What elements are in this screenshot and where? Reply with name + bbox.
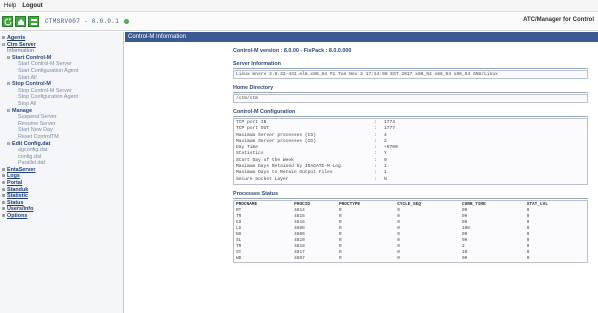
home-icon bbox=[17, 18, 24, 25]
sidebar-item-label[interactable]: Stop All bbox=[18, 101, 36, 108]
config-table: TCP port IN:1774 TCP port OUT:1777 Maximum… bbox=[236, 120, 585, 183]
proc-status-title: Processes Status bbox=[233, 191, 588, 199]
table-cell: 0 bbox=[526, 255, 530, 261]
sidebar-item-label[interactable]: Ctm Server bbox=[7, 42, 36, 49]
sidebar-item-label[interactable]: EntaServer bbox=[7, 167, 35, 174]
sidebar-item[interactable]: ⊟ Edit Config.dat bbox=[2, 141, 123, 148]
sidebar-item-label[interactable]: Start Configuration Agent bbox=[18, 68, 78, 75]
sidebar-item-label[interactable]: Edit Config.dat bbox=[12, 141, 50, 148]
info-content: Control-M version : 8.0.00 - FixPack : 8… bbox=[233, 48, 588, 263]
sidebar-item[interactable]: ⊞ Standuk bbox=[2, 187, 123, 194]
version-line: Control-M version : 8.0.00 - FixPack : 8… bbox=[233, 48, 352, 54]
sidebar-item[interactable]: ⊞ Portal bbox=[2, 180, 123, 187]
home-button[interactable] bbox=[15, 16, 26, 27]
sidebar-item-label[interactable]: agconfig.dat bbox=[18, 147, 47, 154]
table-row: WD 4807 R 0 00 0 bbox=[236, 255, 585, 261]
server-icon bbox=[30, 18, 37, 25]
sidebar-item-label[interactable]: Start All bbox=[18, 75, 37, 82]
table-cell: 4807 bbox=[294, 255, 305, 261]
server-name: CTMSRV007 - 8.0.0.1 bbox=[45, 18, 120, 25]
home-dir-box: /ctm/ctm bbox=[233, 94, 588, 103]
sidebar-item[interactable]: config.dat bbox=[2, 154, 123, 161]
sidebar-item-label[interactable]: Start Control-M Server bbox=[18, 61, 72, 68]
sidebar-item-label[interactable]: Start Control-M bbox=[12, 55, 51, 62]
sidebar-item-label[interactable]: Stop Configuration Agent bbox=[18, 94, 78, 101]
sidebar-tree: ⊞ Agents ⊟ Ctm Server Information ⊟ Start Cont… bbox=[0, 32, 124, 313]
menu-bar: Help Logout bbox=[0, 0, 598, 12]
sidebar-item[interactable]: ⊟ Start Control-M bbox=[2, 55, 123, 62]
sidebar-item[interactable]: ⊟ Manage bbox=[2, 108, 123, 115]
config-title: Control-M Configuration bbox=[233, 109, 588, 117]
sidebar-item[interactable]: ⊞ EntaServer bbox=[2, 167, 123, 174]
sidebar-item-label[interactable]: config.dat bbox=[18, 154, 41, 161]
toolbar: CTMSRV007 - 8.0.0.1 ATC/Manager for Cont… bbox=[0, 13, 598, 31]
sidebar-item-label[interactable]: Stop Control-M bbox=[12, 81, 51, 88]
server-info-box: Linux mnsrv 2.6.32-431.el6.x86_64 #1 Tue… bbox=[233, 70, 588, 79]
server-button[interactable] bbox=[28, 16, 39, 27]
sidebar-item[interactable]: agconfig.dat bbox=[2, 147, 123, 154]
table-cell: R bbox=[339, 255, 342, 261]
sidebar-item-label[interactable]: Information bbox=[7, 48, 34, 55]
sidebar-item[interactable]: Reset ControlTM bbox=[2, 134, 123, 141]
sidebar-item-label[interactable]: Portal bbox=[7, 180, 22, 187]
table-cell: 00 bbox=[461, 255, 468, 261]
proc-status-box: PROCNAME PROCID PROCTYPE CYCLE_SEQ CURR_TIME… bbox=[233, 199, 588, 263]
sidebar-item[interactable]: ⊞ Users/Info bbox=[2, 206, 123, 213]
sidebar-item[interactable]: Suspend Server bbox=[2, 114, 123, 121]
sidebar-item-label[interactable]: Manage bbox=[12, 108, 32, 115]
sidebar-item-label[interactable]: Status bbox=[7, 200, 23, 207]
sidebar-item[interactable]: Stop Configuration Agent bbox=[2, 94, 123, 101]
config-key: Secure Socket Layer bbox=[236, 176, 289, 182]
sidebar-item[interactable]: Information bbox=[2, 48, 123, 55]
sidebar-item[interactable]: ⊞ Agents bbox=[2, 35, 123, 42]
home-dir-title: Home Directory bbox=[233, 85, 588, 93]
sidebar-item-label[interactable]: Resume Server bbox=[18, 121, 55, 128]
sidebar-item-label[interactable]: Options bbox=[7, 213, 27, 220]
sidebar-item-label[interactable]: Standuk bbox=[7, 187, 28, 194]
sidebar-item[interactable]: ⊞ Status bbox=[2, 200, 123, 207]
sidebar-item[interactable]: Stop Control-M Server bbox=[2, 88, 123, 95]
sidebar-item-label[interactable]: Agents bbox=[7, 35, 25, 42]
sidebar-item[interactable]: Start All bbox=[2, 75, 123, 82]
sidebar-item-label[interactable]: Parallel.dat bbox=[18, 160, 45, 167]
sidebar-item[interactable]: Start Control-M Server bbox=[2, 61, 123, 68]
table-cell: 0 bbox=[397, 255, 400, 261]
table-cell: WD bbox=[236, 255, 242, 261]
sidebar-item-label[interactable]: Start New Day bbox=[18, 127, 53, 134]
sidebar-item[interactable]: ⊞ Logs bbox=[2, 173, 123, 180]
status-online-icon bbox=[124, 19, 130, 24]
server-info-title: Server Information bbox=[233, 61, 588, 69]
sidebar-item[interactable]: ⊟ Stop Control-M bbox=[2, 81, 123, 88]
sidebar-item-label[interactable]: Suspend Server bbox=[18, 114, 57, 121]
proc-status-table: PROCNAME PROCID PROCTYPE CYCLE_SEQ CURR_TIME… bbox=[236, 202, 585, 261]
panel-title: Control-M Information bbox=[125, 32, 598, 42]
logout-link[interactable]: Logout bbox=[22, 3, 42, 9]
main-panel: Control-M Information Control-M version … bbox=[125, 32, 598, 313]
config-separator: : bbox=[374, 176, 377, 182]
sidebar-item[interactable]: ⊟ Ctm Server bbox=[2, 42, 123, 49]
config-value: N bbox=[384, 176, 387, 182]
sidebar-item-label[interactable]: Statistic bbox=[7, 193, 28, 200]
help-menu[interactable]: Help bbox=[4, 3, 16, 9]
brand-label: ATC/Manager for Control bbox=[523, 17, 594, 23]
sidebar-item-label[interactable]: Logs bbox=[7, 173, 20, 180]
sidebar-item[interactable]: ⊞ Statistic bbox=[2, 193, 123, 200]
sidebar-item-label[interactable]: Users/Info bbox=[7, 206, 33, 213]
server-selector[interactable]: CTMSRV007 - 8.0.0.1 bbox=[45, 18, 130, 25]
sidebar-item[interactable]: ⊞ Options bbox=[2, 213, 123, 220]
sidebar-item-label[interactable]: Reset ControlTM bbox=[18, 134, 59, 141]
sidebar-item[interactable]: Stop All bbox=[2, 101, 123, 108]
refresh-icon bbox=[4, 17, 11, 25]
sidebar-item-label[interactable]: Stop Control-M Server bbox=[18, 88, 72, 95]
sidebar-item[interactable]: Parallel.dat bbox=[2, 160, 123, 167]
sidebar-item[interactable]: Start New Day bbox=[2, 127, 123, 134]
config-box: TCP port IN:1774 TCP port OUT:1777 Maximum… bbox=[233, 118, 588, 185]
sidebar-item[interactable]: Start Configuration Agent bbox=[2, 68, 123, 75]
refresh-button[interactable] bbox=[2, 16, 13, 27]
sidebar-item[interactable]: Resume Server bbox=[2, 121, 123, 128]
